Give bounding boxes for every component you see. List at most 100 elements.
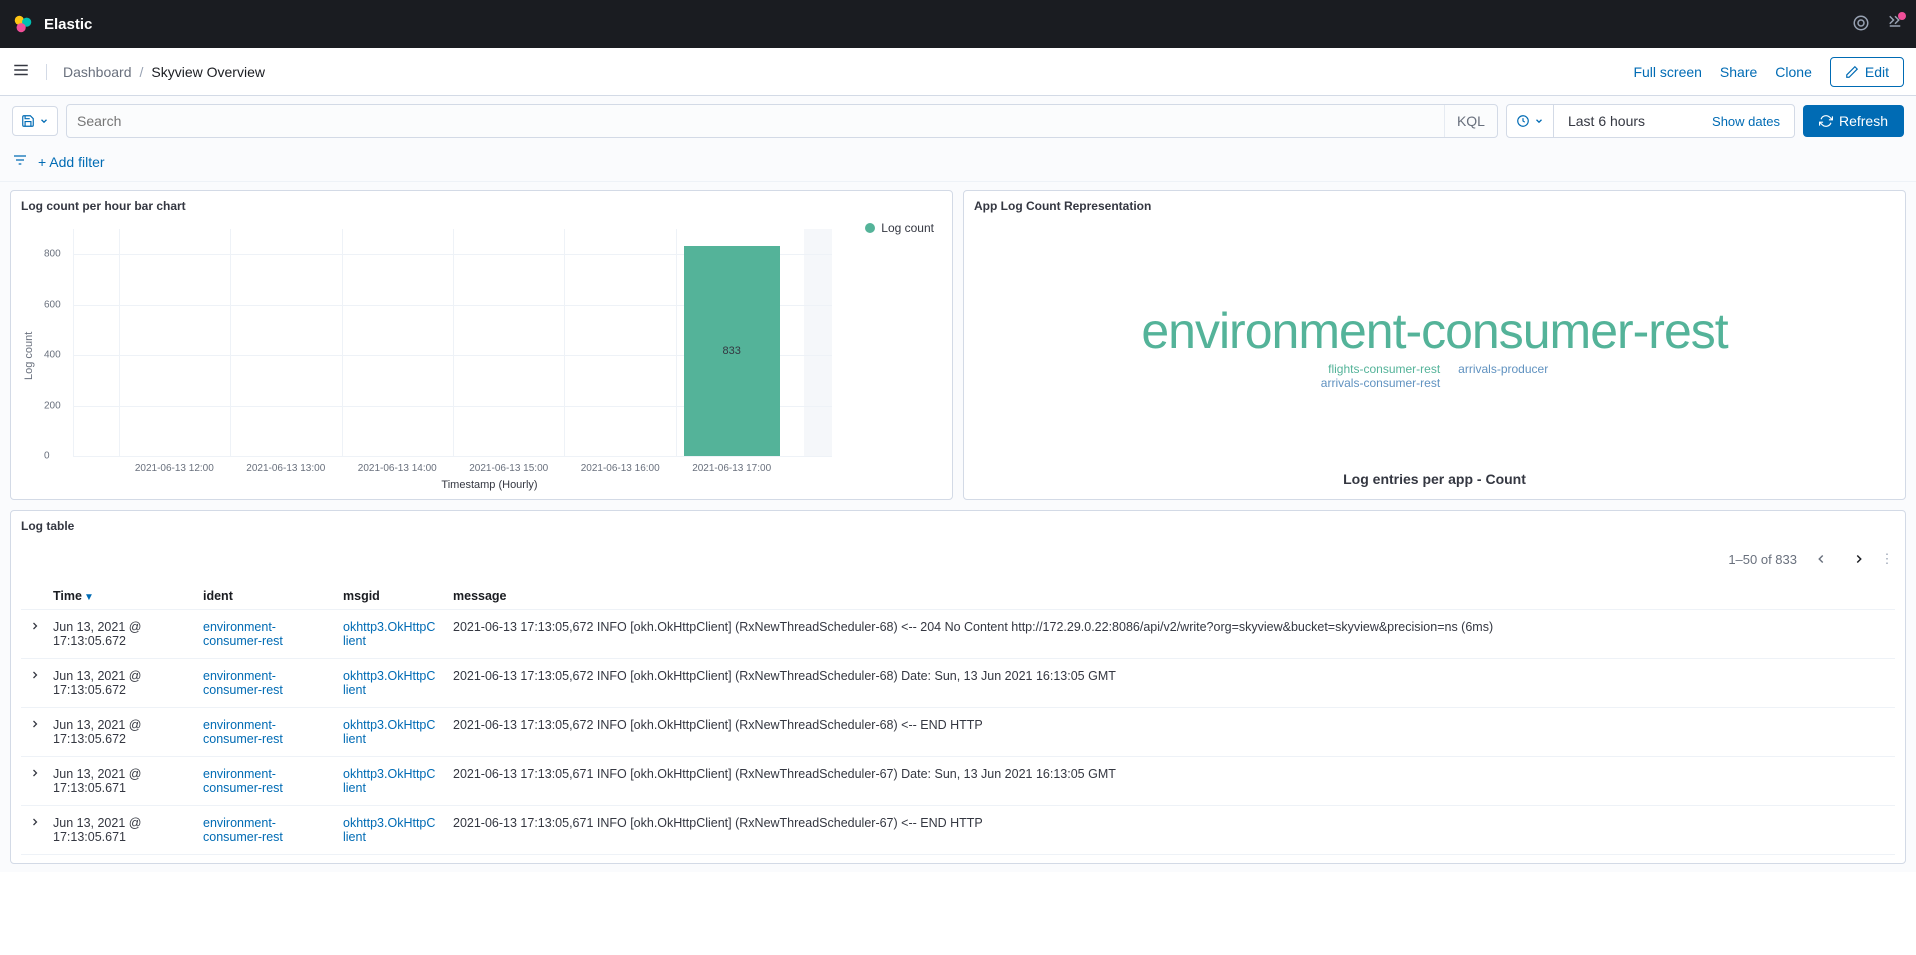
expand-row-button[interactable] [21, 708, 45, 757]
saved-query-button[interactable] [12, 106, 58, 136]
panel-bar-chart: Log count per hour bar chart Log count L… [10, 190, 953, 500]
y-axis-label: Log count [21, 221, 37, 491]
prev-page-button[interactable] [1807, 545, 1835, 573]
panel-options-handle[interactable]: ⋮ [1883, 551, 1891, 567]
cloud-caption: Log entries per app - Count [974, 471, 1895, 487]
expand-row-button[interactable] [21, 659, 45, 708]
col-header-ident[interactable]: ident [195, 583, 335, 610]
filter-bar: + Add filter [0, 146, 1916, 182]
col-header-msgid[interactable]: msgid [335, 583, 445, 610]
col-header-message[interactable]: message [445, 583, 1895, 610]
cell-time: Jun 13, 2021 @ 17:13:05.671 [45, 806, 195, 855]
refresh-button[interactable]: Refresh [1803, 105, 1904, 137]
cloud-term-small[interactable]: arrivals-producer [1458, 362, 1548, 390]
legend-swatch [865, 223, 875, 233]
clone-link[interactable]: Clone [1775, 64, 1812, 80]
cell-time: Jun 13, 2021 @ 17:13:05.672 [45, 659, 195, 708]
breadcrumb-separator: / [140, 64, 144, 80]
table-row: Jun 13, 2021 @ 17:13:05.671environment-c… [21, 757, 1895, 806]
next-page-button[interactable] [1845, 545, 1873, 573]
word-cloud-area: environment-consumer-rest flights-consum… [974, 221, 1895, 471]
cell-msgid[interactable]: okhttp3.OkHttpClient [335, 806, 445, 855]
cell-message: 2021-06-13 17:13:05,671 INFO [okh.OkHttp… [445, 806, 1895, 855]
cell-message: 2021-06-13 17:13:05,671 INFO [okh.OkHttp… [445, 757, 1895, 806]
cell-message: 2021-06-13 17:13:05,672 INFO [okh.OkHttp… [445, 708, 1895, 757]
date-range-display[interactable]: Last 6 hours Show dates [1554, 105, 1794, 137]
cell-ident[interactable]: environment-consumer-rest [195, 610, 335, 659]
news-feed-icon[interactable] [1886, 14, 1904, 35]
pagination-range: 1–50 of 833 [1728, 552, 1797, 567]
plot-area: 02004006008002021-06-13 12:002021-06-13 … [73, 229, 832, 457]
elastic-logo-icon [12, 13, 34, 35]
panel-title: Log table [21, 519, 1895, 533]
panel-title: App Log Count Representation [974, 199, 1895, 213]
panel-title: Log count per hour bar chart [21, 199, 942, 213]
cell-ident[interactable]: environment-consumer-rest [195, 806, 335, 855]
breadcrumb: Dashboard / Skyview Overview [46, 64, 265, 80]
app-header: Elastic [0, 0, 1916, 48]
filter-options-icon[interactable] [12, 152, 28, 171]
cell-time: Jun 13, 2021 @ 17:13:05.672 [45, 708, 195, 757]
search-bar: KQL [66, 104, 1498, 138]
cell-time: Jun 13, 2021 @ 17:13:05.672 [45, 610, 195, 659]
edit-button-label: Edit [1865, 64, 1889, 80]
quick-select-button[interactable] [1507, 105, 1554, 137]
search-input[interactable] [67, 105, 1444, 137]
brand-name: Elastic [44, 16, 92, 33]
kql-toggle[interactable]: KQL [1444, 105, 1497, 137]
panel-log-table: Log table 1–50 of 833 ⋮ Time▼ ident msgi… [10, 510, 1906, 864]
cloud-term-small[interactable]: flights-consumer-rest [1328, 362, 1440, 376]
expand-row-button[interactable] [21, 610, 45, 659]
sort-desc-icon: ▼ [84, 592, 94, 603]
cell-message: 2021-06-13 17:13:05,672 INFO [okh.OkHttp… [445, 610, 1895, 659]
menu-toggle-icon[interactable] [12, 61, 30, 82]
date-range-label: Last 6 hours [1568, 113, 1645, 129]
table-row: Jun 13, 2021 @ 17:13:05.671environment-c… [21, 806, 1895, 855]
add-filter-button[interactable]: + Add filter [38, 154, 105, 170]
refresh-icon [1819, 114, 1833, 128]
chart-legend: Log count [865, 221, 934, 235]
notification-badge [1898, 12, 1906, 20]
panel-word-cloud: App Log Count Representation environment… [963, 190, 1906, 500]
bar-value-label: 833 [722, 345, 740, 357]
bar-chart-area: Log count Log count 02004006008002021-06… [21, 221, 942, 491]
col-header-time[interactable]: Time▼ [45, 583, 195, 610]
date-picker: Last 6 hours Show dates [1506, 104, 1795, 138]
edit-button[interactable]: Edit [1830, 57, 1904, 87]
calendar-icon [1516, 114, 1530, 128]
refresh-button-label: Refresh [1839, 113, 1888, 129]
show-dates-link[interactable]: Show dates [1712, 114, 1780, 129]
fullscreen-link[interactable]: Full screen [1633, 64, 1701, 80]
breadcrumb-current: Skyview Overview [151, 64, 265, 80]
cell-message: 2021-06-13 17:13:05,672 INFO [okh.OkHttp… [445, 659, 1895, 708]
cloud-term-small[interactable]: arrivals-consumer-rest [1321, 376, 1440, 390]
cell-msgid[interactable]: okhttp3.OkHttpClient [335, 757, 445, 806]
chevron-down-icon [1534, 116, 1544, 126]
nav-bar: Dashboard / Skyview Overview Full screen… [0, 48, 1916, 96]
log-table: Time▼ ident msgid message Jun 13, 2021 @… [21, 583, 1895, 855]
help-icon[interactable] [1852, 14, 1870, 35]
chevron-down-icon [39, 116, 49, 126]
cell-msgid[interactable]: okhttp3.OkHttpClient [335, 659, 445, 708]
breadcrumb-parent[interactable]: Dashboard [63, 64, 132, 80]
cell-ident[interactable]: environment-consumer-rest [195, 659, 335, 708]
save-icon [21, 114, 35, 128]
cell-ident[interactable]: environment-consumer-rest [195, 708, 335, 757]
x-axis-label: Timestamp (Hourly) [441, 479, 537, 491]
expand-row-button[interactable] [21, 806, 45, 855]
legend-label: Log count [881, 221, 934, 235]
cell-msgid[interactable]: okhttp3.OkHttpClient [335, 708, 445, 757]
cell-ident[interactable]: environment-consumer-rest [195, 757, 335, 806]
table-row: Jun 13, 2021 @ 17:13:05.672environment-c… [21, 659, 1895, 708]
expand-row-button[interactable] [21, 757, 45, 806]
table-row: Jun 13, 2021 @ 17:13:05.672environment-c… [21, 708, 1895, 757]
cell-msgid[interactable]: okhttp3.OkHttpClient [335, 610, 445, 659]
table-pagination: 1–50 of 833 ⋮ [21, 541, 1895, 583]
dashboard-grid: Log count per hour bar chart Log count L… [0, 182, 1916, 872]
cell-time: Jun 13, 2021 @ 17:13:05.671 [45, 757, 195, 806]
query-bar: KQL Last 6 hours Show dates Refresh [0, 96, 1916, 146]
pencil-icon [1845, 65, 1859, 79]
cloud-term-large[interactable]: environment-consumer-rest [1141, 302, 1727, 360]
table-row: Jun 13, 2021 @ 17:13:05.672environment-c… [21, 610, 1895, 659]
share-link[interactable]: Share [1720, 64, 1757, 80]
